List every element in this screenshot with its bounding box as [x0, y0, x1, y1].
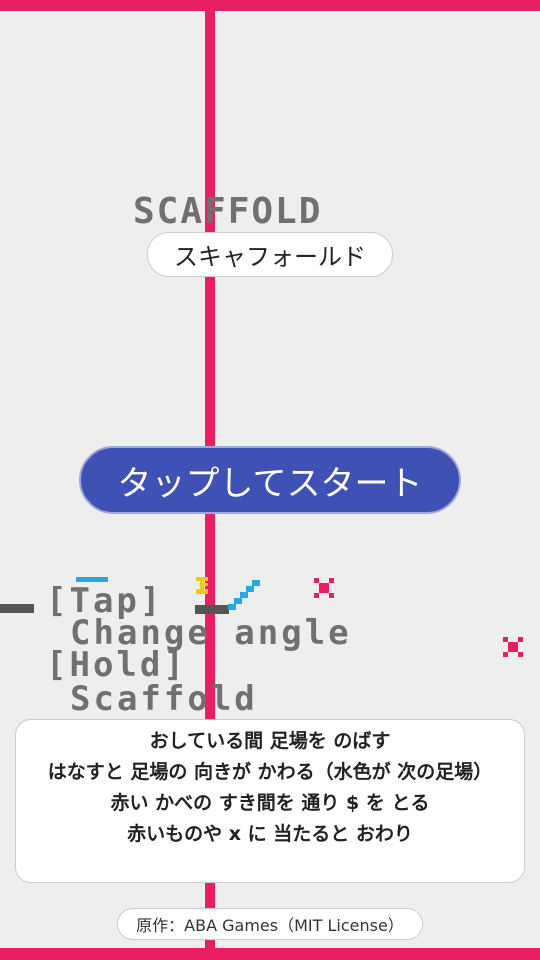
credit-link[interactable]: 原作：ABA Games（MIT License） [117, 908, 423, 940]
help-hold-label: [Hold] [46, 645, 187, 685]
gray-scaffold-left [0, 604, 34, 613]
red-x-icon [314, 578, 334, 598]
instructions-panel: おしている間 足場を のばす はなすと 足場の 向きが かわる（水色が 次の足場… [15, 719, 525, 883]
instruction-line: おしている間 足場を のばす [149, 730, 391, 752]
title-kana-label: スキャフォールド [147, 232, 393, 277]
bottom-wall [0, 948, 540, 960]
game-title: SCAFFOLD [133, 191, 323, 232]
top-wall [0, 0, 540, 11]
player-icon [196, 577, 208, 594]
start-button[interactable]: タップしてスタート [79, 446, 461, 514]
instruction-line: 赤い かべの すき間を 通り $ を とる [110, 792, 430, 814]
help-hold-description: Scaffold [70, 679, 258, 719]
instruction-line: 赤いものや x に 当たると おわり [127, 823, 413, 845]
next-scaffold-icon [228, 580, 260, 610]
instruction-line: はなすと 足場の 向きが かわる（水色が 次の足場） [47, 761, 493, 783]
red-x-icon [503, 637, 523, 657]
